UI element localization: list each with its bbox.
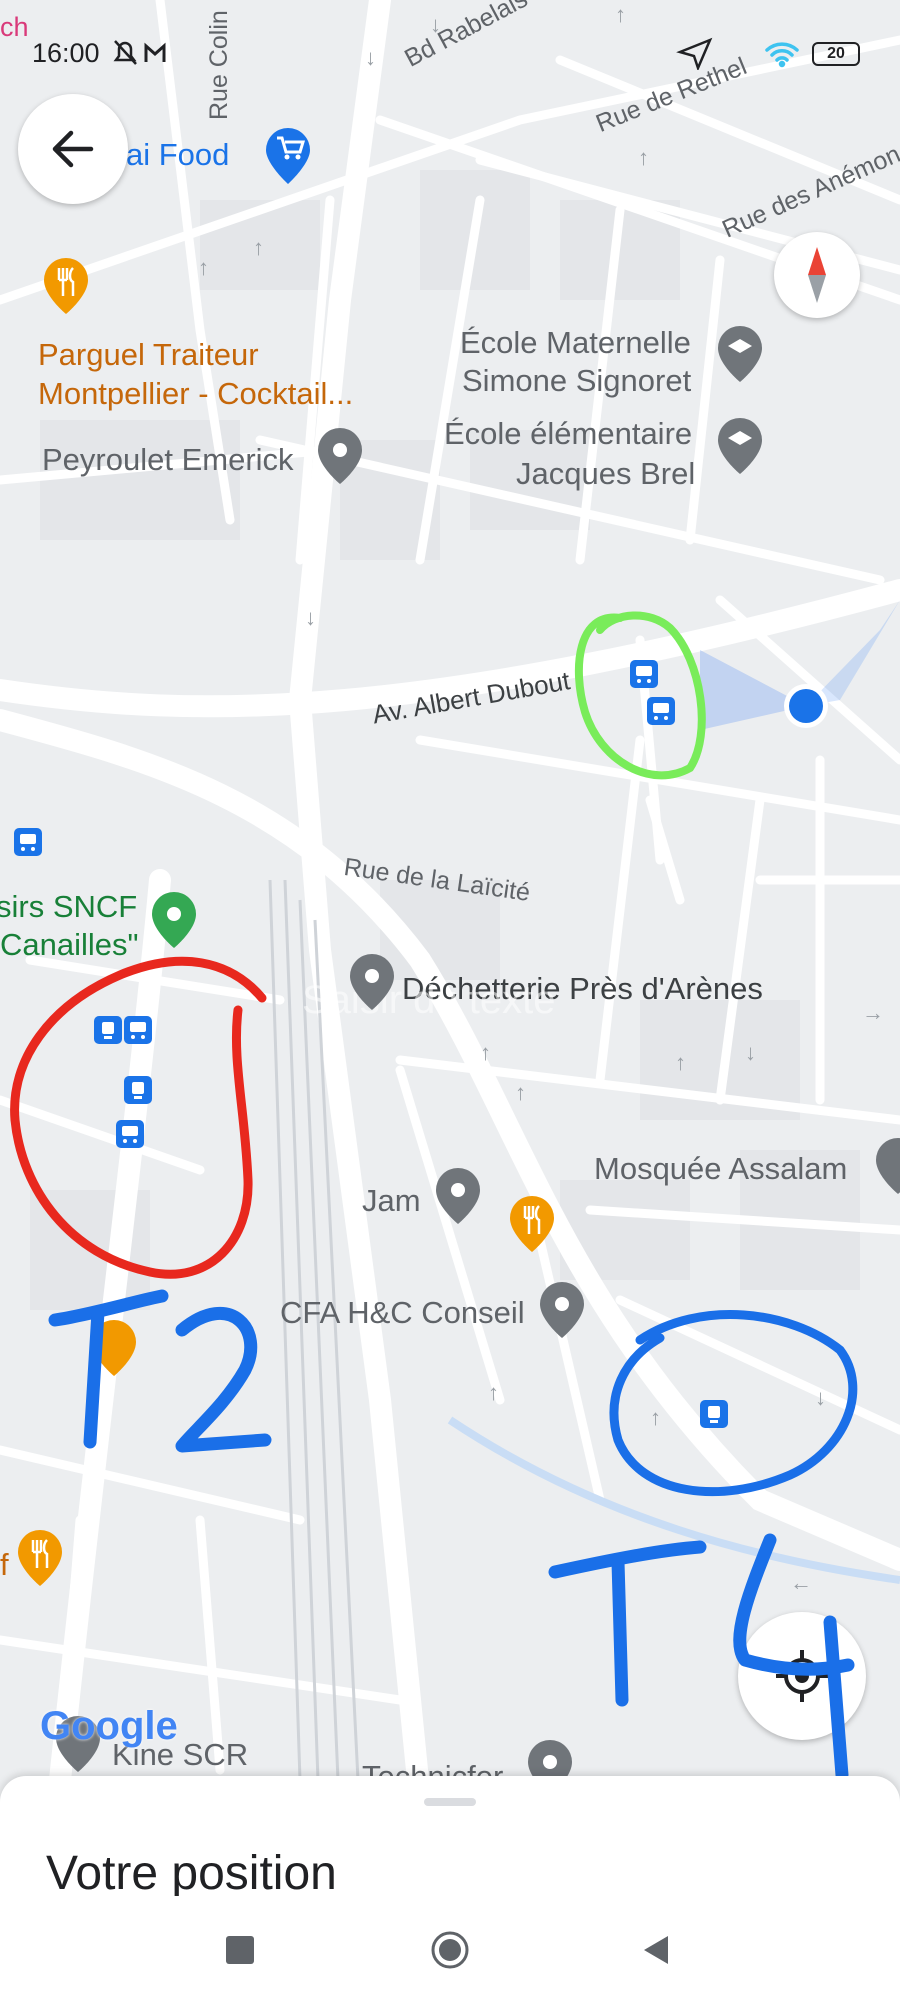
bottom-sheet[interactable]: Votre position xyxy=(0,1776,900,1896)
svg-text:↓: ↓ xyxy=(745,1040,756,1065)
poi-food-store-label[interactable]: ai Food xyxy=(126,136,229,174)
google-logo: Google xyxy=(40,1704,178,1748)
back-arrow-icon xyxy=(52,130,94,168)
my-location-button[interactable] xyxy=(738,1612,866,1740)
poi-ecole-maternelle-label-2[interactable]: Simone Signoret xyxy=(462,362,691,400)
battery-icon: 20 xyxy=(812,42,860,66)
poi-ecole-elementaire-label-2[interactable]: Jacques Brel xyxy=(516,455,695,493)
svg-text:↓: ↓ xyxy=(305,605,316,630)
back-button[interactable] xyxy=(18,94,128,204)
home-button[interactable] xyxy=(430,1930,470,1970)
poi-ecole-maternelle-label-1[interactable]: École Maternelle xyxy=(460,324,691,362)
svg-text:↑: ↑ xyxy=(488,1380,499,1405)
svg-text:↑: ↑ xyxy=(675,1050,686,1075)
compass-icon xyxy=(808,247,826,303)
my-location-icon xyxy=(776,1650,828,1702)
triangle-back-nav-icon xyxy=(644,1936,668,1964)
wifi-icon xyxy=(765,42,799,68)
battery-level: 20 xyxy=(827,45,845,62)
svg-text:↑: ↑ xyxy=(253,235,264,260)
svg-text:↑: ↑ xyxy=(198,255,209,280)
svg-text:←: ← xyxy=(790,1570,812,1595)
back-nav-button[interactable] xyxy=(640,1934,672,1966)
circle-nav-icon xyxy=(431,1931,469,1969)
svg-text:↑: ↑ xyxy=(480,1040,491,1065)
svg-text:→: → xyxy=(862,1000,884,1025)
poi-parguel-label-1[interactable]: Parguel Traiteur xyxy=(38,336,259,374)
poi-parguel-label-2[interactable]: Montpellier - Cocktail... xyxy=(38,375,353,413)
poi-partial-f-label[interactable]: f xyxy=(0,1546,9,1584)
compass-button[interactable] xyxy=(774,232,860,318)
poi-sncf-label-2[interactable]: Canailles" xyxy=(0,926,139,964)
svg-text:↑: ↑ xyxy=(515,1080,526,1105)
svg-text:↑: ↑ xyxy=(650,1405,661,1430)
sheet-drag-handle[interactable] xyxy=(424,1798,476,1806)
sheet-title: Votre position xyxy=(46,1847,337,1896)
watermark-text: Saisir du texte xyxy=(302,978,556,1022)
poi-peyroulet-label[interactable]: Peyroulet Emerick xyxy=(42,441,294,479)
svg-text:↓: ↓ xyxy=(815,1385,826,1410)
system-nav-bar xyxy=(0,1896,900,2000)
svg-text:↑: ↑ xyxy=(638,145,649,170)
status-bar: 16:00 20 xyxy=(0,0,900,100)
poi-cfa-label[interactable]: CFA H&C Conseil xyxy=(280,1294,525,1332)
poi-ecole-elementaire-label-1[interactable]: École élémentaire xyxy=(444,415,692,453)
navigation-arrow-icon xyxy=(676,37,713,70)
gmail-icon xyxy=(144,42,166,62)
recent-apps-button[interactable] xyxy=(226,1936,254,1964)
poi-jam-label[interactable]: Jam xyxy=(362,1182,421,1220)
status-time: 16:00 xyxy=(32,38,100,68)
silent-bell-icon xyxy=(113,40,137,65)
poi-sncf-label-1[interactable]: sirs SNCF xyxy=(0,888,137,926)
poi-mosquee-label[interactable]: Mosquée Assalam xyxy=(594,1150,847,1188)
